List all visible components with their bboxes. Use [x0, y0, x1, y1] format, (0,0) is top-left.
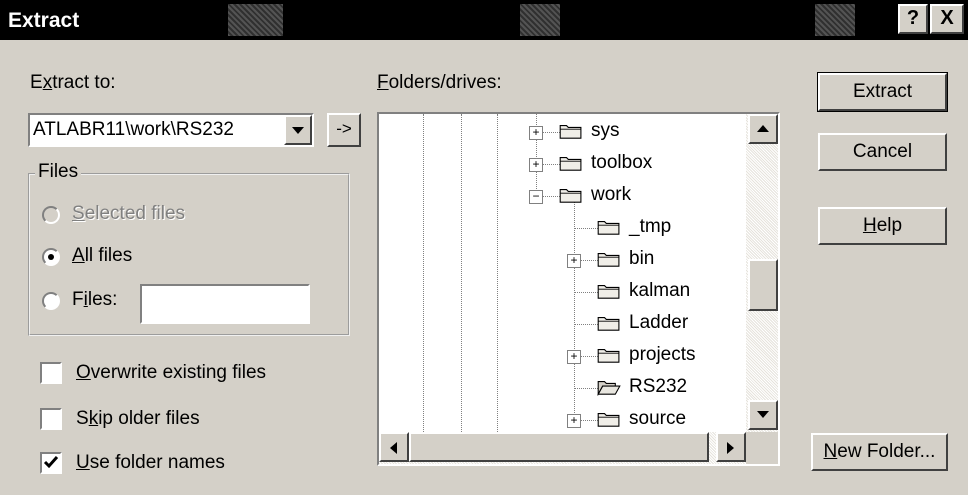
new-folder-button[interactable]: New Folder...: [811, 433, 948, 471]
scroll-up-button[interactable]: [748, 114, 778, 144]
folder-icon: [559, 189, 582, 203]
tree-item[interactable]: _tmp: [379, 213, 744, 243]
vertical-scroll-thumb[interactable]: [748, 259, 778, 311]
close-button[interactable]: X: [930, 4, 964, 34]
extract-to-value: ATLABR11\work\RS232: [33, 119, 234, 140]
folder-icon: [559, 125, 582, 139]
tree-item-label: toolbox: [591, 152, 653, 173]
tree-item[interactable]: kalman: [379, 277, 744, 307]
use-folder-names-label: Use folder names: [76, 452, 225, 473]
expand-icon[interactable]: +: [567, 414, 581, 428]
title-bar[interactable]: Extract ? X: [0, 0, 968, 40]
scroll-left-button[interactable]: [379, 432, 409, 462]
folder-icon: [597, 317, 620, 331]
folder-icon: [597, 285, 620, 299]
expand-icon[interactable]: +: [529, 126, 543, 140]
titlebar-pattern: [520, 4, 560, 36]
skip-older-checkbox[interactable]: [40, 408, 62, 430]
tree-item[interactable]: + source: [379, 405, 744, 435]
extract-to-combobox[interactable]: ATLABR11\work\RS232: [28, 113, 314, 147]
tree-item[interactable]: + bin: [379, 245, 744, 275]
checkmark-icon: [43, 456, 59, 469]
scrollbar-corner: [746, 432, 778, 464]
tree-item-label: sys: [591, 120, 620, 141]
files-filter-input[interactable]: [140, 284, 310, 324]
browse-arrow-button[interactable]: ->: [327, 113, 361, 147]
tree-item-label: work: [591, 184, 632, 205]
open-folder-icon: [597, 381, 621, 396]
expand-icon[interactable]: +: [567, 350, 581, 364]
horizontal-scroll-thumb[interactable]: [409, 432, 709, 462]
close-icon: X: [940, 7, 954, 29]
expand-icon[interactable]: +: [529, 158, 543, 172]
collapse-icon[interactable]: −: [529, 190, 543, 204]
folders-drives-label: Folders/drives:: [377, 72, 502, 93]
tree-item-label: Ladder: [629, 312, 689, 333]
titlebar-pattern: [815, 4, 855, 36]
tree-item-label: kalman: [629, 280, 691, 301]
expand-icon[interactable]: +: [567, 254, 581, 268]
folder-icon: [597, 413, 620, 427]
extract-button[interactable]: Extract: [817, 72, 948, 112]
titlebar-pattern: [228, 4, 283, 36]
extract-to-label: Extract to:: [30, 72, 116, 93]
overwrite-label: Overwrite existing files: [76, 362, 267, 383]
overwrite-checkbox[interactable]: [40, 362, 62, 384]
tree-item[interactable]: RS232: [379, 373, 744, 403]
files-radio[interactable]: [42, 292, 60, 310]
tree-item[interactable]: + toolbox: [379, 149, 744, 179]
tree-item-label: source: [629, 408, 687, 429]
files-label: Files:: [72, 289, 118, 310]
selected-files-label: Selected files: [72, 203, 186, 224]
tree-item-label: projects: [629, 344, 696, 365]
selected-files-radio[interactable]: [42, 206, 60, 224]
folders-tree[interactable]: + sys + toolbox − work _tmp + bin kalman Ladder + pr…: [377, 112, 780, 466]
tree-item-label: bin: [629, 248, 655, 269]
tree-item[interactable]: − work: [379, 181, 744, 211]
use-folder-names-checkbox[interactable]: [40, 452, 62, 474]
scroll-down-button[interactable]: [748, 400, 778, 430]
tree-item[interactable]: + sys: [379, 117, 744, 147]
help-title-button[interactable]: ?: [898, 4, 928, 34]
help-button[interactable]: Help: [818, 207, 947, 245]
extract-dialog: Extract ? X Extract to: ATLABR11\work\RS…: [0, 0, 968, 495]
tree-item-label: _tmp: [629, 216, 672, 237]
folder-icon: [559, 157, 582, 171]
tree-item[interactable]: + projects: [379, 341, 744, 371]
dialog-title: Extract: [8, 9, 80, 32]
chevron-down-icon[interactable]: [284, 115, 312, 145]
all-files-label: All files: [72, 245, 133, 266]
tree-item[interactable]: Ladder: [379, 309, 744, 339]
files-group-label: Files: [35, 161, 82, 183]
scroll-right-button[interactable]: [716, 432, 746, 462]
tree-item-label: RS232: [629, 376, 688, 397]
folder-icon: [597, 349, 620, 363]
cancel-button[interactable]: Cancel: [818, 133, 947, 171]
folder-icon: [597, 221, 620, 235]
folder-icon: [597, 253, 620, 267]
skip-older-label: Skip older files: [76, 408, 200, 429]
all-files-radio[interactable]: [42, 248, 60, 266]
